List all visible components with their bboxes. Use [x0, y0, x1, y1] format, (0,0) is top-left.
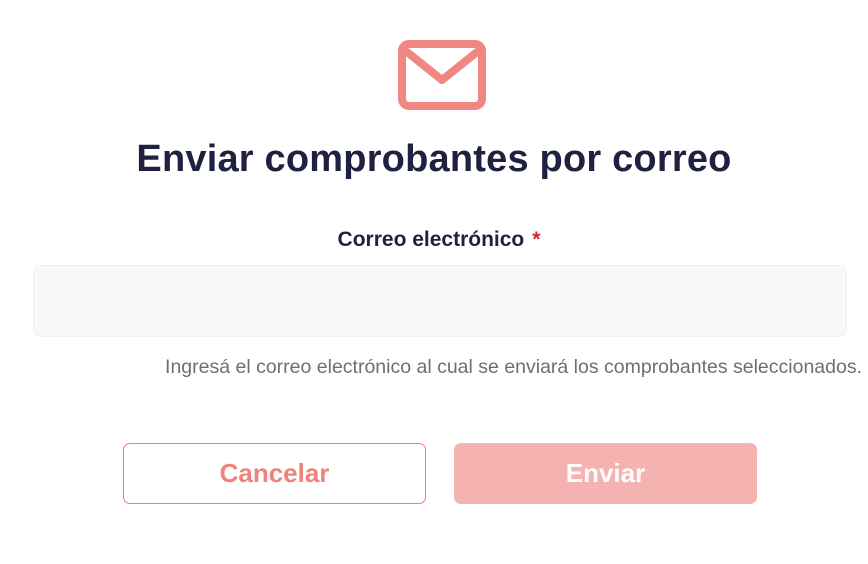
send-button[interactable]: Enviar: [454, 443, 757, 504]
cancel-button[interactable]: Cancelar: [123, 443, 426, 504]
dialog-title: Enviar comprobantes por correo: [136, 138, 732, 180]
send-receipts-dialog: Enviar comprobantes por correo Correo el…: [0, 0, 868, 564]
email-hint-text: Ingresá el correo electrónico al cual se…: [165, 356, 862, 378]
email-input[interactable]: [33, 265, 847, 337]
mail-icon: [398, 40, 486, 110]
required-asterisk: *: [532, 228, 541, 251]
email-label-text: Correo electrónico: [337, 228, 525, 251]
email-field-label: Correo electrónico *: [0, 224, 868, 256]
